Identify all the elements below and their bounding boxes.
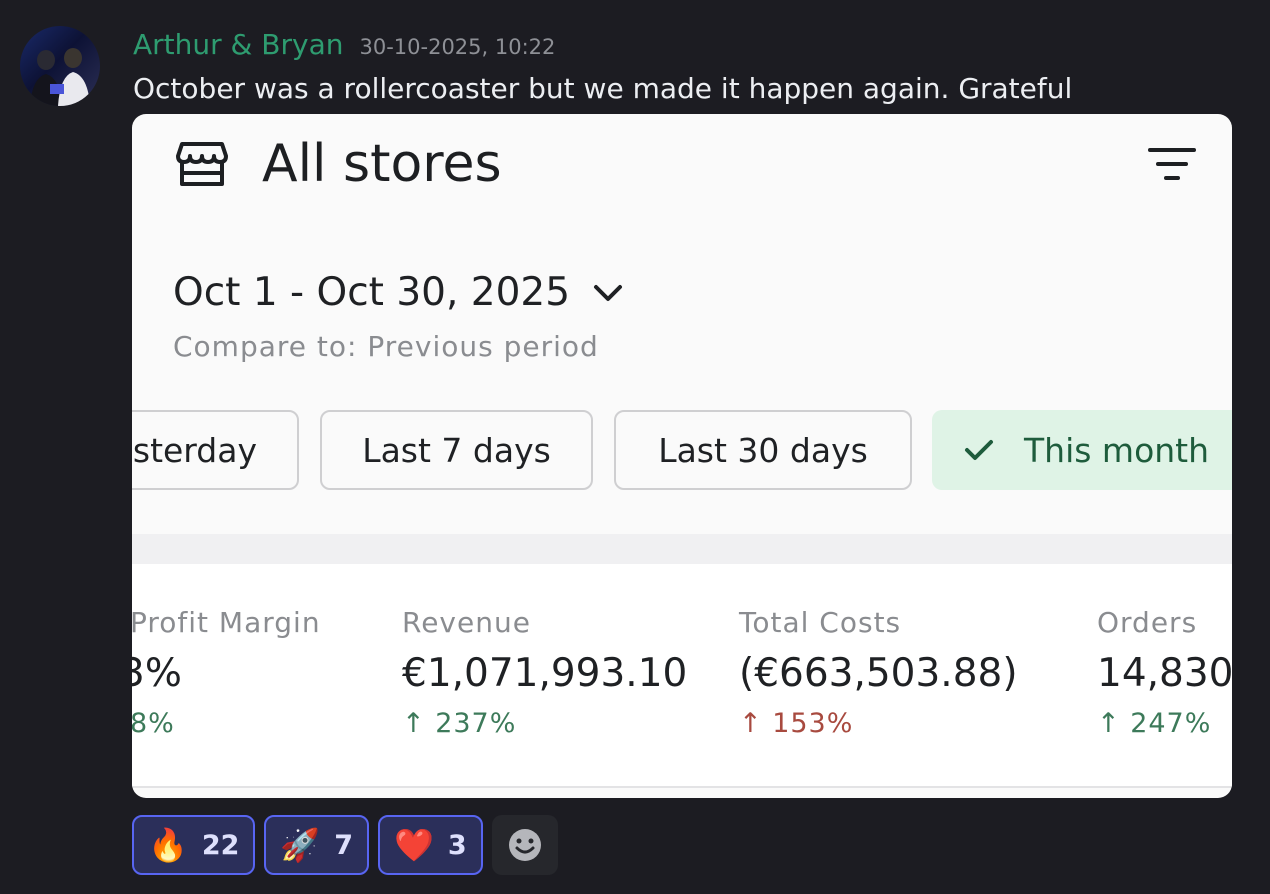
- reaction-count: 22: [201, 829, 240, 861]
- reaction-count: 3: [447, 829, 467, 861]
- divider: [132, 786, 1232, 788]
- page-title: All stores: [262, 134, 502, 194]
- metric-change: ↑ 247%: [1097, 708, 1212, 739]
- chevron-down-icon: [594, 284, 623, 301]
- smiley-icon: [508, 829, 541, 861]
- message-header: Arthur & Bryan 30-10-2025, 10:22: [133, 28, 555, 62]
- fire-icon: 🔥: [148, 826, 188, 864]
- metric-label: Total Costs: [739, 606, 902, 639]
- period-button-last-7-days[interactable]: Last 7 days: [320, 410, 593, 490]
- compare-to-label[interactable]: Compare to: Previous period: [173, 330, 599, 363]
- reaction-rocket[interactable]: 🚀 7: [264, 815, 370, 875]
- metric-change: ↑ 237%: [402, 708, 517, 739]
- section-divider: [132, 534, 1232, 564]
- reaction-heart[interactable]: ❤️ 3: [378, 815, 483, 875]
- period-button-yesterday[interactable]: sterday: [132, 410, 299, 490]
- attached-image-card[interactable]: All stores Oct 1 - Oct 30, 2025 Compare …: [132, 114, 1232, 798]
- check-icon: [965, 440, 993, 460]
- metric-value: (€663,503.88): [739, 651, 1018, 696]
- rocket-icon: 🚀: [280, 826, 321, 864]
- add-reaction-button[interactable]: [491, 815, 558, 875]
- author-name[interactable]: Arthur & Bryan: [133, 28, 343, 61]
- metric-change: ↑ 153%: [739, 708, 854, 739]
- metric-value: 3%: [132, 651, 182, 696]
- metric-label: Profit Margin: [132, 606, 321, 639]
- metric-value: €1,071,993.10: [402, 651, 688, 696]
- avatar-image: [30, 48, 90, 106]
- metric-label: Revenue: [402, 606, 531, 639]
- metric-total-costs[interactable]: Total Costs (€663,503.88) ↑ 153%: [739, 606, 1018, 739]
- metric-label: Orders: [1097, 606, 1198, 639]
- reaction-fire[interactable]: 🔥 22: [132, 815, 256, 875]
- message-text: October was a rollercoaster but we made …: [133, 72, 1073, 105]
- metric-value: 14,830: [1097, 651, 1232, 696]
- metric-orders[interactable]: Orders 14,830 ↑ 247%: [1097, 606, 1232, 739]
- period-button-label: sterday: [132, 430, 257, 470]
- message-timestamp: 30-10-2025, 10:22: [359, 35, 556, 59]
- metric-change: 8%: [132, 708, 175, 739]
- metric-revenue[interactable]: Revenue €1,071,993.10 ↑ 237%: [402, 606, 687, 739]
- date-range-selector[interactable]: Oct 1 - Oct 30, 2025: [173, 270, 624, 315]
- period-button-label: Last 30 days: [658, 430, 868, 470]
- store-icon: [176, 142, 228, 186]
- period-button-last-30-days[interactable]: Last 30 days: [614, 410, 912, 490]
- reaction-count: 7: [334, 829, 354, 861]
- reactions-bar: 🔥 22 🚀 7 ❤️ 3: [132, 815, 558, 875]
- period-button-label: Last 7 days: [362, 430, 551, 470]
- metric-profit-margin[interactable]: Profit Margin 3% 8%: [132, 606, 321, 739]
- period-button-this-month[interactable]: This month: [932, 410, 1232, 490]
- period-button-label: This month: [1024, 430, 1210, 470]
- date-range-label: Oct 1 - Oct 30, 2025: [173, 270, 571, 315]
- heart-icon: ❤️: [394, 826, 434, 864]
- filter-icon[interactable]: [1148, 146, 1196, 182]
- avatar[interactable]: [20, 26, 100, 106]
